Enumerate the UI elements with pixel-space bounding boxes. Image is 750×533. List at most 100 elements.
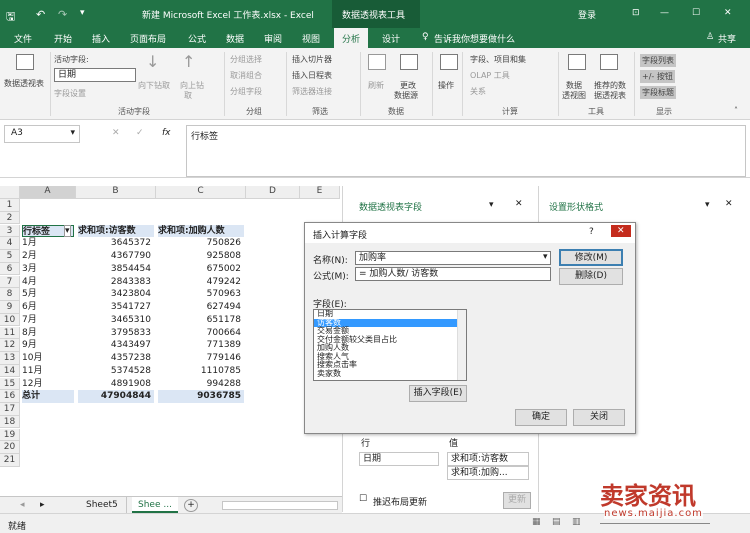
pivot-header-cell[interactable]: 求和项:访客数 <box>78 224 154 238</box>
ribbon-options-icon[interactable]: ⊡ <box>632 8 640 18</box>
drill-down-button[interactable]: 向下钻取 <box>138 80 170 91</box>
close-button[interactable]: 关闭 <box>573 409 625 426</box>
refresh-icon[interactable] <box>368 54 386 70</box>
tab-insert[interactable]: 插入 <box>92 32 110 45</box>
table-cell[interactable]: 1月 <box>22 237 74 250</box>
pivot-table-button[interactable]: 数据透视表 <box>4 78 44 89</box>
tab-page-layout[interactable]: 页面布局 <box>130 32 166 45</box>
row-header[interactable]: 11 <box>0 326 20 340</box>
row-header[interactable]: 21 <box>0 454 20 467</box>
row-header[interactable]: 10 <box>0 313 20 327</box>
row-header[interactable]: 17 <box>0 403 20 416</box>
table-cell[interactable]: 4367790 <box>78 250 154 263</box>
tell-me-box[interactable]: 告诉我你想要做什么 <box>434 32 515 45</box>
table-cell[interactable]: 4343497 <box>78 339 154 352</box>
field-list-item[interactable]: 卖家数 <box>314 369 466 379</box>
normal-view-icon[interactable]: ▦ <box>532 517 541 527</box>
total-cell[interactable]: 9036785 <box>158 390 244 403</box>
tab-view[interactable]: 视图 <box>302 32 320 45</box>
table-cell[interactable]: 5374528 <box>78 365 154 378</box>
maximize-icon[interactable]: ☐ <box>692 8 700 18</box>
cancel-entry-icon[interactable]: ✕ <box>112 128 120 138</box>
table-cell[interactable]: 1110785 <box>158 365 244 378</box>
minimize-icon[interactable]: — <box>660 8 669 18</box>
table-cell[interactable]: 12月 <box>22 378 74 391</box>
sheet-tab-sheet5[interactable]: Sheet5 <box>78 497 127 513</box>
pane-close-icon[interactable]: ✕ <box>515 199 523 209</box>
tab-review[interactable]: 审阅 <box>264 32 282 45</box>
row-header[interactable]: 14 <box>0 364 20 378</box>
formula-input[interactable]: 行标签 <box>186 125 746 177</box>
active-field-input[interactable]: 日期 <box>54 68 136 82</box>
ungroup-button[interactable]: 取消组合 <box>230 70 262 81</box>
update-button[interactable]: 更新 <box>503 492 531 509</box>
insert-timeline-button[interactable]: 插入日程表 <box>292 70 332 81</box>
table-cell[interactable]: 627494 <box>158 301 244 314</box>
chevron-down-icon[interactable]: ▾ <box>70 128 75 138</box>
scroll-right-icon[interactable]: ▸ <box>40 500 45 510</box>
collapse-ribbon-icon[interactable]: ˄ <box>734 106 738 115</box>
table-cell[interactable]: 675002 <box>158 263 244 276</box>
customize-icon[interactable]: ▾ <box>80 8 85 18</box>
listbox-scrollbar[interactable] <box>457 310 466 380</box>
column-header-e[interactable]: E <box>300 186 340 199</box>
value-field-item-2[interactable]: 求和项:加购... <box>447 466 529 480</box>
row-header[interactable]: 12 <box>0 339 20 352</box>
close-icon[interactable]: ✕ <box>724 8 732 18</box>
drill-up-icon[interactable]: ↑ <box>182 52 195 71</box>
table-cell[interactable]: 925808 <box>158 250 244 263</box>
field-headers-toggle[interactable]: 字段标题 <box>640 86 676 99</box>
column-header-d[interactable]: D <box>246 186 300 199</box>
table-cell[interactable]: 3645372 <box>78 237 154 250</box>
pivot-header-cell[interactable]: 求和项:加购人数 <box>158 224 244 238</box>
table-cell[interactable]: 3月 <box>22 263 74 276</box>
dialog-close-icon[interactable]: ✕ <box>611 225 631 237</box>
row-header[interactable]: 4 <box>0 237 20 250</box>
filter-connections-button[interactable]: 筛选器连接 <box>292 86 332 97</box>
table-cell[interactable]: 4月 <box>22 276 74 289</box>
field-list-toggle[interactable]: 字段列表 <box>640 54 676 67</box>
redo-icon[interactable]: ↷ <box>58 8 67 21</box>
table-cell[interactable]: 2843383 <box>78 276 154 289</box>
scroll-left-icon[interactable]: ◂ <box>20 500 25 510</box>
plus-minus-buttons-toggle[interactable]: +/- 按钮 <box>640 70 675 83</box>
group-field-button[interactable]: 分组字段 <box>230 86 262 97</box>
value-field-item-1[interactable]: 求和项:访客数 <box>447 452 529 466</box>
table-cell[interactable]: 5月 <box>22 288 74 301</box>
fields-listbox[interactable]: 日期 访客数 交易金额 交付金额较父类目占比 加购人数 搜索人气 搜索点击率 卖家数 <box>313 309 467 381</box>
table-cell[interactable]: 3541727 <box>78 301 154 314</box>
recommended-pivot-icon[interactable] <box>600 54 618 70</box>
row-header[interactable]: 9 <box>0 301 20 314</box>
undo-icon[interactable]: ↶ <box>36 8 45 21</box>
row-header[interactable]: 3 <box>0 224 20 238</box>
row-field-item[interactable]: 日期 <box>359 452 439 466</box>
table-cell[interactable]: 2月 <box>22 250 74 263</box>
name-box[interactable]: A3 ▾ <box>4 125 80 143</box>
row-header[interactable]: 15 <box>0 377 20 391</box>
drill-down-icon[interactable]: ↓ <box>146 52 159 71</box>
login-link[interactable]: 登录 <box>578 8 596 21</box>
row-header[interactable]: 16 <box>0 390 20 403</box>
row-label-filter-icon[interactable]: ▾ <box>64 224 71 237</box>
formula-input-field[interactable]: = 加购人数/ 访客数 <box>355 267 551 281</box>
table-cell[interactable]: 479242 <box>158 276 244 289</box>
table-cell[interactable]: 3795833 <box>78 327 154 340</box>
row-header[interactable]: 13 <box>0 352 20 365</box>
table-cell[interactable]: 994288 <box>158 378 244 391</box>
refresh-button[interactable]: 刷新 <box>368 80 384 91</box>
help-icon[interactable]: ? <box>589 227 594 237</box>
actions-button[interactable]: 操作 <box>438 80 454 91</box>
table-cell[interactable]: 10月 <box>22 352 74 365</box>
column-header-b[interactable]: B <box>76 186 156 199</box>
tab-file[interactable]: 文件 <box>14 32 32 45</box>
table-cell[interactable]: 700664 <box>158 327 244 340</box>
add-sheet-icon[interactable]: + <box>184 499 198 512</box>
confirm-entry-icon[interactable]: ✓ <box>136 128 144 138</box>
field-settings-button[interactable]: 字段设置 <box>54 88 86 99</box>
modify-button[interactable]: 修改(M) <box>559 249 623 266</box>
table-cell[interactable]: 3465310 <box>78 314 154 327</box>
table-cell[interactable]: 3423804 <box>78 288 154 301</box>
pivot-chart-icon[interactable] <box>568 54 586 70</box>
table-cell[interactable]: 4357238 <box>78 352 154 365</box>
table-cell[interactable]: 3854454 <box>78 263 154 276</box>
